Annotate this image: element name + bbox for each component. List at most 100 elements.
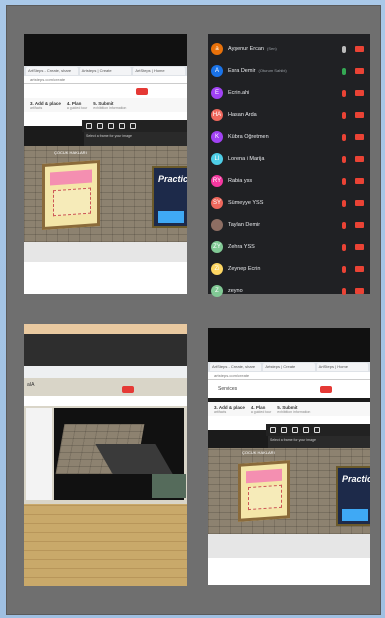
- poster-title: ÇOCUK HAKLARI: [54, 150, 87, 155]
- participant-name: Zehra YSS: [228, 244, 255, 250]
- step-add-place[interactable]: 3. Add & place artifacts: [30, 101, 61, 110]
- participant-name: Sümeyye YSS: [228, 200, 264, 206]
- participant-name: Kübra Öğretmen: [228, 134, 269, 140]
- wooden-desk: [24, 504, 187, 586]
- mic-off-icon[interactable]: [342, 177, 346, 185]
- mic-icon[interactable]: [342, 45, 346, 53]
- mic-off-icon[interactable]: [342, 287, 346, 295]
- practice-poster[interactable]: Practic: [336, 466, 370, 526]
- participant-row[interactable]: K Kübra Öğretmen: [208, 126, 370, 148]
- camera-off-icon[interactable]: [355, 134, 364, 140]
- browser-tab[interactable]: Artsteps | Create: [263, 363, 315, 371]
- step-plan[interactable]: 4. Plan a guided tour: [251, 405, 271, 414]
- undo-tool-icon[interactable]: [314, 427, 320, 433]
- wizard-steps: 3. Add & place artifacts 4. Plan a guided …: [24, 98, 187, 112]
- camera-icon[interactable]: [355, 46, 364, 52]
- collage-board: ArtSteps - Create, share Artsteps | Crea…: [6, 5, 381, 615]
- participant-row[interactable]: Taylan Demir: [208, 214, 370, 236]
- participant-name: Ecrin.ahi: [228, 90, 250, 96]
- avatar: LI: [211, 153, 223, 165]
- webcam-thumbnail: [152, 474, 186, 498]
- avatar: RY: [211, 175, 223, 187]
- mic-off-icon[interactable]: [342, 155, 346, 163]
- mic-off-icon[interactable]: [342, 199, 346, 207]
- mic-off-icon[interactable]: [342, 265, 346, 273]
- browser-tab[interactable]: Artsteps | Create: [79, 67, 132, 75]
- participant-row[interactable]: Zi Zeynep Ecrin: [208, 258, 370, 280]
- mic-off-icon[interactable]: [342, 111, 346, 119]
- menu-button[interactable]: [136, 88, 148, 95]
- frame-toolbar: [266, 424, 370, 436]
- camera-off-icon[interactable]: [355, 266, 364, 272]
- participant-row[interactable]: LI Lorena i Marija: [208, 148, 370, 170]
- frame-hint: Select a frame for your image: [268, 436, 370, 448]
- url-bar[interactable]: artsteps.com/create: [208, 372, 370, 380]
- step-plan[interactable]: 4. Plan a guided tour: [67, 101, 87, 110]
- browser-tabs: ArtSteps - Create, share Artsteps | Crea…: [208, 362, 370, 372]
- browser-tab[interactable]: ArtSteps | Home: [133, 67, 186, 75]
- avatar: ZY: [211, 241, 223, 253]
- browser-tab[interactable]: ArtSteps - Create, share: [210, 363, 262, 371]
- browser-tabs: ArtSteps - Create, share Artsteps | Crea…: [24, 66, 187, 76]
- participant-name: Zeynep Ecrin: [228, 266, 261, 272]
- step-submit[interactable]: 5. Submit exhibition information: [277, 405, 310, 414]
- mic-off-icon[interactable]: [342, 89, 346, 97]
- copy-tool-icon[interactable]: [303, 427, 309, 433]
- mic-icon[interactable]: [342, 67, 346, 75]
- url-bar[interactable]: artsteps.com/create: [24, 76, 187, 84]
- left-label: aIA: [27, 382, 35, 388]
- avatar: A: [211, 65, 223, 77]
- camera-off-icon[interactable]: [355, 178, 364, 184]
- participant-note: (Sen): [266, 46, 277, 51]
- services-menu[interactable]: Services: [218, 386, 237, 392]
- camera-icon[interactable]: [355, 68, 364, 74]
- participant-name: zeyno: [228, 288, 243, 294]
- rotate-tool-icon[interactable]: [281, 427, 287, 433]
- wizard-steps: 3. Add & place artifacts 4. Plan a guided …: [208, 402, 370, 416]
- camera-off-icon[interactable]: [355, 156, 364, 162]
- collage-frame: ArtSteps - Create, share Artsteps | Crea…: [0, 0, 385, 618]
- participant-row[interactable]: HA Hasan Arda: [208, 104, 370, 126]
- mic-off-icon[interactable]: [342, 243, 346, 251]
- camera-off-icon[interactable]: [355, 200, 364, 206]
- step-add-place[interactable]: 3. Add & place artifacts: [214, 405, 245, 414]
- participant-row[interactable]: E Ecrin.ahi: [208, 82, 370, 104]
- avatar: [211, 219, 223, 231]
- participant-row[interactable]: RY Rabia yss: [208, 170, 370, 192]
- scale-tool-icon[interactable]: [292, 427, 298, 433]
- menu-button[interactable]: [122, 386, 134, 393]
- camera-off-icon[interactable]: [355, 288, 364, 294]
- participant-row[interactable]: ZY Zehra YSS: [208, 236, 370, 258]
- menu-button[interactable]: [320, 386, 332, 393]
- poster-title: ÇOCUK HAKLARI: [242, 450, 275, 455]
- poster-frame[interactable]: [42, 159, 100, 231]
- shot-bottom-right: ArtSteps - Create, share Artsteps | Crea…: [208, 328, 370, 585]
- step-submit[interactable]: 5. Submit exhibition information: [93, 101, 126, 110]
- participant-row[interactable]: a Ayşenur Ercan (Sen): [208, 38, 370, 60]
- camera-off-icon[interactable]: [355, 90, 364, 96]
- browser-tab[interactable]: ArtSteps | Home: [316, 363, 368, 371]
- move-tool-icon[interactable]: [86, 123, 92, 129]
- frame-toolbar: [82, 120, 187, 132]
- camera-off-icon[interactable]: [355, 244, 364, 250]
- avatar: Zi: [211, 263, 223, 275]
- rotate-tool-icon[interactable]: [97, 123, 103, 129]
- participant-row[interactable]: A Esra Demir (Oturum Sahibi): [208, 60, 370, 82]
- avatar: E: [211, 87, 223, 99]
- participant-row[interactable]: SY Sümeyye YSS: [208, 192, 370, 214]
- scale-tool-icon[interactable]: [108, 123, 114, 129]
- mic-off-icon[interactable]: [342, 221, 346, 229]
- participant-name: Ayşenur Ercan: [228, 46, 264, 52]
- practice-poster[interactable]: Practic: [152, 166, 187, 228]
- mic-off-icon[interactable]: [342, 133, 346, 141]
- participant-row[interactable]: Z zeyno: [208, 280, 370, 302]
- participant-name: Esra Demir: [228, 68, 256, 74]
- browser-tab[interactable]: ArtSteps - Create, share: [26, 67, 78, 75]
- camera-off-icon[interactable]: [355, 222, 364, 228]
- poster-frame[interactable]: [238, 460, 290, 522]
- participant-name: Rabia yss: [228, 178, 253, 184]
- copy-tool-icon[interactable]: [119, 123, 125, 129]
- undo-tool-icon[interactable]: [130, 123, 136, 129]
- camera-off-icon[interactable]: [355, 112, 364, 118]
- move-tool-icon[interactable]: [270, 427, 276, 433]
